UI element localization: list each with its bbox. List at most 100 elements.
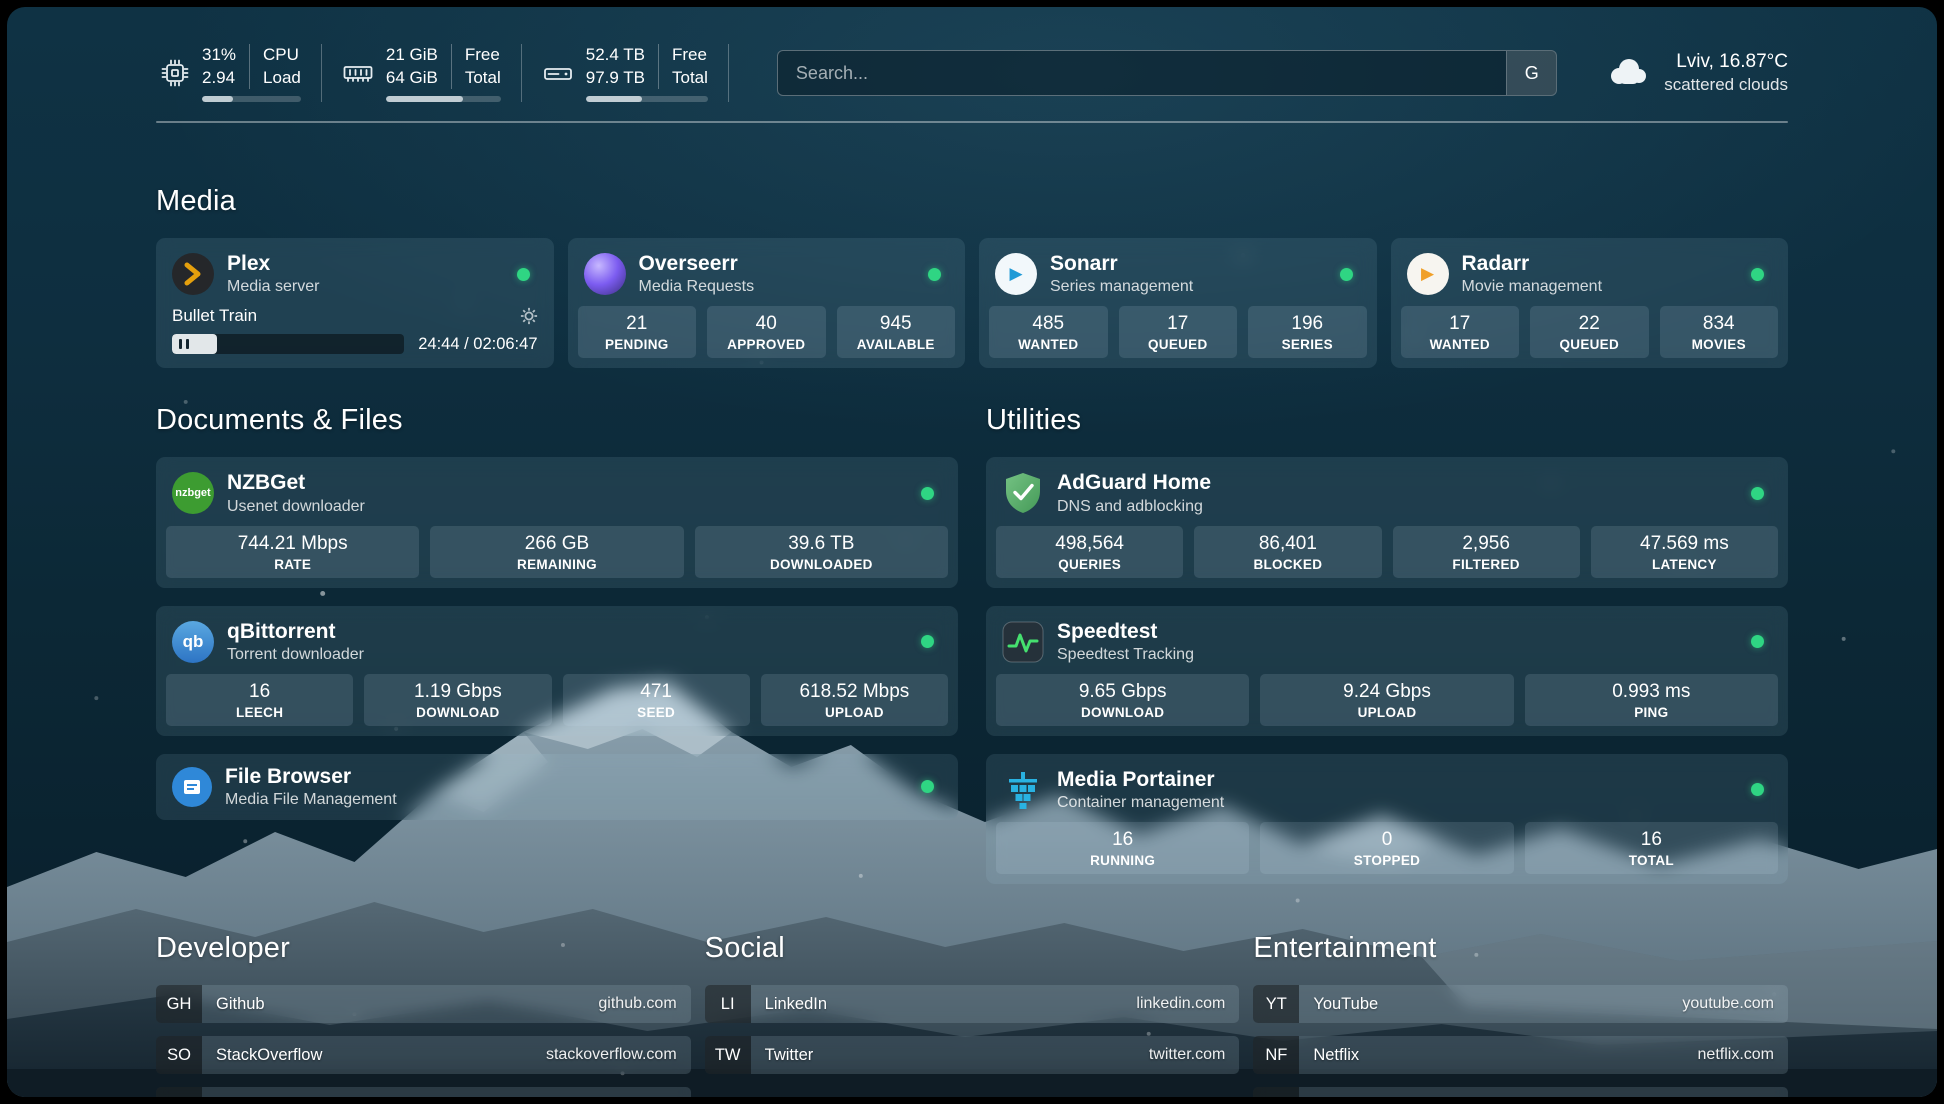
sonarr-icon: ▶ (995, 253, 1037, 295)
search-input[interactable] (778, 51, 1506, 95)
filebrowser-icon (172, 767, 212, 807)
bookmark-abbr: DT (156, 1087, 202, 1097)
service-card-qbittorrent[interactable]: qb qBittorrent Torrent downloader 16 (156, 606, 958, 736)
stat-movies: 834 MOVIES (1660, 306, 1779, 358)
status-dot (517, 268, 530, 281)
bookmark-abbr: TW (705, 1036, 751, 1074)
speedtest-icon (1002, 621, 1044, 663)
stat-download: 9.65 Gbps DOWNLOAD (996, 674, 1249, 726)
weather-widget: Lviv, 16.87°C scattered clouds (1605, 50, 1788, 97)
section-media: Media Plex Media server (156, 185, 1788, 368)
stat-pending: 21 PENDING (578, 306, 697, 358)
bookmark-reddit[interactable]: RE Reddit reddit.com (1253, 1087, 1788, 1097)
memory-free-label: Free (465, 44, 501, 66)
status-dot (1751, 268, 1764, 281)
disk-free-label: Free (672, 44, 708, 66)
search-bar: G (777, 50, 1557, 96)
service-card-portainer[interactable]: Media Portainer Container management 16 … (986, 754, 1788, 884)
section-title-social: Social (705, 932, 1240, 965)
stat-upload: 9.24 Gbps UPLOAD (1260, 674, 1513, 726)
service-description: Speedtest Tracking (1057, 645, 1194, 665)
pause-icon[interactable] (179, 339, 189, 349)
stat-remaining: 266 GB REMAINING (430, 526, 683, 578)
memory-widget: 21 GiB 64 GiB Free Total (322, 44, 522, 101)
stat-queued: 22 QUEUED (1530, 306, 1649, 358)
weather-condition: scattered clouds (1664, 74, 1788, 96)
service-name: File Browser (225, 764, 397, 790)
service-description: Movie management (1462, 277, 1603, 297)
bookmark-youtube[interactable]: YT YouTube youtube.com (1253, 985, 1788, 1023)
service-card-radarr[interactable]: ▶ Radarr Movie management 17 WANTED (1391, 238, 1789, 368)
disk-total-value: 97.9 TB (586, 67, 645, 89)
service-name: Plex (227, 251, 319, 277)
service-description: Media Requests (639, 277, 755, 297)
service-card-overseerr[interactable]: Overseerr Media Requests 21 PENDING (568, 238, 966, 368)
bookmark-abbr: GH (156, 985, 202, 1023)
weather-location: Lviv, 16.87°C (1676, 50, 1788, 75)
stat-wanted: 17 WANTED (1401, 306, 1520, 358)
bookmark-stackoverflow[interactable]: SO StackOverflow stackoverflow.com (156, 1036, 691, 1074)
bookmark-group-social: Social LI LinkedIn linkedin.com TW Twitt… (705, 932, 1240, 1097)
status-dot (1751, 635, 1764, 648)
bookmark-name: Github (216, 995, 265, 1014)
service-name: AdGuard Home (1057, 470, 1211, 496)
service-card-nzbget[interactable]: nzbget NZBGet Usenet downloader 744.21 M… (156, 457, 958, 587)
service-description: Torrent downloader (227, 645, 364, 665)
bookmark-name: Netflix (1313, 1046, 1359, 1065)
service-description: Media File Management (225, 790, 397, 810)
service-name: Media Portainer (1057, 767, 1224, 793)
stat-running: 16 RUNNING (996, 822, 1249, 874)
stat-queries: 498,564 QUERIES (996, 526, 1183, 578)
section-title-documents: Documents & Files (156, 404, 958, 437)
status-dot (1751, 487, 1764, 500)
search-provider-button[interactable]: G (1506, 51, 1556, 95)
service-card-filebrowser[interactable]: File Browser Media File Management (156, 754, 958, 820)
disk-total-label: Total (672, 67, 708, 89)
cpu-label: CPU (263, 44, 301, 66)
plex-icon (172, 253, 214, 295)
bookmark-name: DEV (216, 1097, 250, 1098)
status-dot (1340, 268, 1353, 281)
stat-upload: 618.52 Mbps UPLOAD (761, 674, 948, 726)
cpu-load-label: Load (263, 67, 301, 89)
stat-rate: 744.21 Mbps RATE (166, 526, 419, 578)
stat-stopped: 0 STOPPED (1260, 822, 1513, 874)
playback-progress-bar[interactable] (172, 334, 404, 354)
bookmark-name: YouTube (1313, 995, 1378, 1014)
bookmark-netflix[interactable]: NF Netflix netflix.com (1253, 1036, 1788, 1074)
cpu-load-value: 2.94 (202, 67, 236, 89)
stat-queued: 17 QUEUED (1119, 306, 1238, 358)
bookmark-domain: stackoverflow.com (546, 1046, 677, 1064)
stat-available: 945 AVAILABLE (837, 306, 956, 358)
service-card-speedtest[interactable]: Speedtest Speedtest Tracking 9.65 Gbps D… (986, 606, 1788, 736)
bookmark-github[interactable]: GH Github github.com (156, 985, 691, 1023)
bookmark-linkedin[interactable]: LI LinkedIn linkedin.com (705, 985, 1240, 1023)
service-description: Media server (227, 277, 319, 297)
bookmark-twitter[interactable]: TW Twitter twitter.com (705, 1036, 1240, 1074)
stat-filtered: 2,956 FILTERED (1393, 526, 1580, 578)
bookmark-dev[interactable]: DT DEV dev.to (156, 1087, 691, 1097)
bookmark-domain: twitter.com (1149, 1046, 1225, 1064)
playback-time: 24:44 / 02:06:47 (418, 335, 537, 354)
service-card-sonarr[interactable]: ▶ Sonarr Series management 485 WANTED (979, 238, 1377, 368)
memory-free-value: 21 GiB (386, 44, 438, 66)
wallpaper: 31% 2.94 CPU Load (7, 7, 1937, 1097)
bookmark-abbr: RE (1253, 1087, 1299, 1097)
stat-wanted: 485 WANTED (989, 306, 1108, 358)
section-utilities: Utilities (986, 404, 1788, 884)
topbar: 31% 2.94 CPU Load (156, 41, 1788, 105)
cpu-percent: 31% (202, 44, 236, 66)
section-title-media: Media (156, 185, 1788, 218)
bookmark-domain: github.com (598, 995, 676, 1013)
service-name: Overseerr (639, 251, 755, 277)
service-card-plex[interactable]: Plex Media server Bullet Train (156, 238, 554, 368)
stat-download: 1.19 Gbps DOWNLOAD (364, 674, 551, 726)
service-name: Speedtest (1057, 619, 1194, 645)
memory-total-label: Total (465, 67, 501, 89)
gear-icon[interactable] (520, 307, 538, 325)
service-card-adguard[interactable]: AdGuard Home DNS and adblocking 498,564 … (986, 457, 1788, 587)
bookmark-abbr: LI (705, 985, 751, 1023)
cpu-usage-bar (202, 96, 301, 102)
cpu-icon (160, 58, 190, 88)
stat-leech: 16 LEECH (166, 674, 353, 726)
